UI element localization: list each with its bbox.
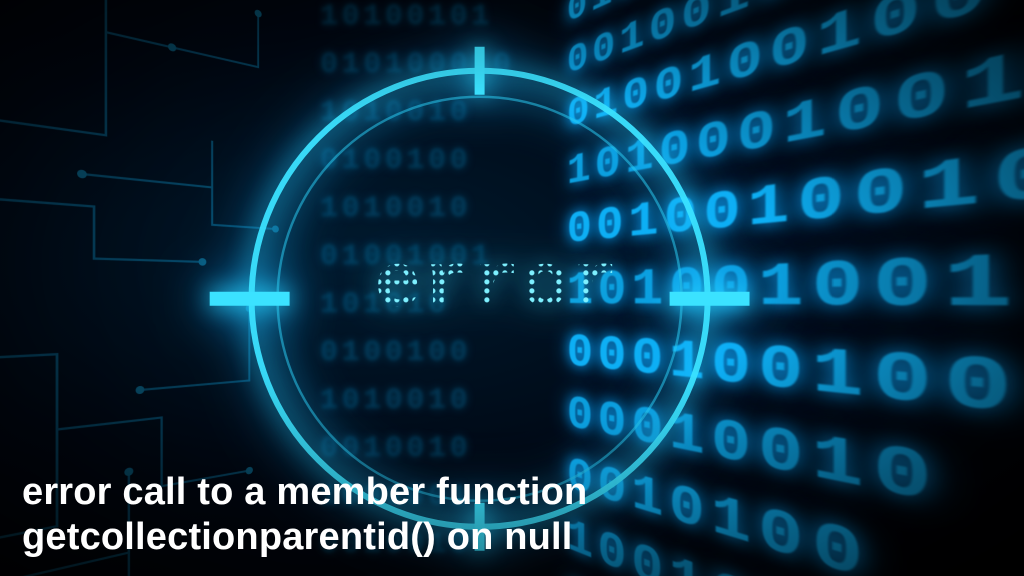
scene-root: 10100101 010100010 1010010 0100100 10100… — [0, 0, 1024, 576]
error-word-center: error — [374, 241, 620, 329]
caption-text: error call to a member function getcolle… — [22, 470, 984, 560]
